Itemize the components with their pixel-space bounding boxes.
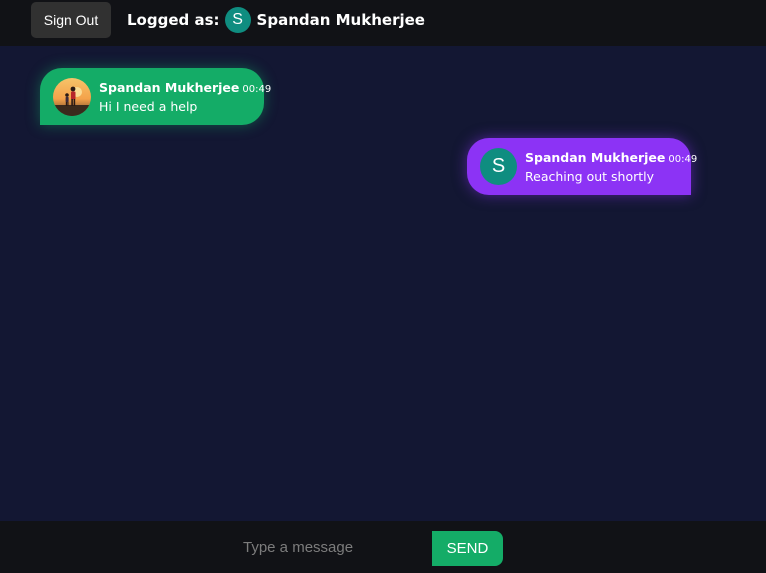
sender-photo-avatar xyxy=(53,77,91,116)
message-content: Spandan Mukherjee 00:49 Reaching out sho… xyxy=(525,150,697,184)
message-header: Spandan Mukherjee 00:49 xyxy=(525,150,697,165)
message-content: Spandan Mukherjee 00:49 Hi I need a help xyxy=(99,80,271,114)
message-sender: Spandan Mukherjee xyxy=(525,149,666,165)
message-bubble-received: Spandan Mukherjee 00:49 Hi I need a help xyxy=(40,68,271,125)
message-input[interactable] xyxy=(232,530,430,564)
message-bubble-sent: S Spandan Mukherjee 00:49 Reaching out s… xyxy=(467,138,697,195)
sign-out-button[interactable]: Sign Out xyxy=(31,2,111,38)
sender-initial-avatar: S xyxy=(480,148,517,185)
message-text: Hi I need a help xyxy=(99,98,198,114)
message-time: 00:49 xyxy=(242,83,272,95)
message-header: Spandan Mukherjee 00:49 xyxy=(99,80,271,95)
send-button[interactable]: SEND xyxy=(432,531,503,566)
user-name: Spandan Mukherjee xyxy=(256,11,425,29)
top-bar: Sign Out Logged as: S Spandan Mukherjee xyxy=(0,0,766,46)
composer-bar: SEND xyxy=(0,521,766,573)
message-time: 00:49 xyxy=(668,153,698,165)
user-avatar: S xyxy=(224,7,251,33)
logged-as-label: Logged as: xyxy=(127,11,220,29)
message-text: Reaching out shortly xyxy=(525,168,655,184)
message-sender: Spandan Mukherjee xyxy=(99,79,240,95)
logged-in-user: Logged as: S Spandan Mukherjee xyxy=(127,7,425,33)
